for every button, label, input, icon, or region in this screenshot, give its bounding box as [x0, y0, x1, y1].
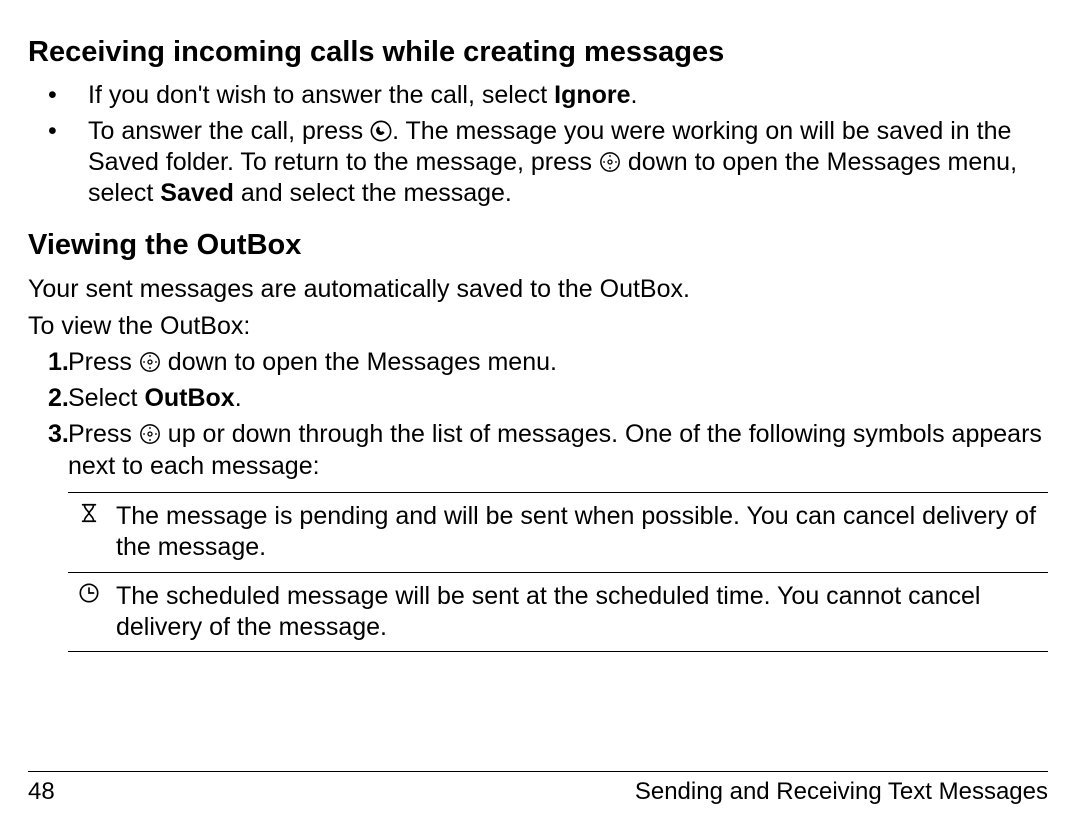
- heading-outbox: Viewing the OutBox: [28, 227, 1048, 263]
- text: .: [631, 81, 638, 109]
- text: If you don't wish to answer the call, se…: [88, 81, 554, 109]
- step-number: 3.: [28, 418, 68, 450]
- bullet-text: If you don't wish to answer the call, se…: [88, 80, 1048, 111]
- table-row: The scheduled message will be sent at th…: [68, 572, 1048, 652]
- hourglass-icon: [68, 493, 112, 573]
- text-bold: Ignore: [554, 81, 630, 109]
- numbered-list: 1. Press down to open the Messages menu.…: [28, 346, 1048, 482]
- table-row: The message is pending and will be sent …: [68, 493, 1048, 573]
- symbol-table: The message is pending and will be sent …: [68, 492, 1048, 652]
- bullet-text: To answer the call, press . The message …: [88, 116, 1048, 210]
- text: To answer the call, press: [88, 117, 370, 145]
- page-footer: 48 Sending and Receiving Text Messages: [28, 771, 1048, 806]
- call-icon: [370, 119, 392, 141]
- heading-incoming-calls: Receiving incoming calls while creating …: [28, 34, 1048, 70]
- list-item: 3. Press up or down through the list of …: [28, 418, 1048, 482]
- clock-icon: [68, 572, 112, 652]
- text: Press: [68, 348, 139, 376]
- paragraph: To view the OutBox:: [28, 311, 1048, 342]
- bullet-item: • If you don't wish to answer the call, …: [28, 80, 1048, 111]
- page-number: 48: [28, 778, 55, 806]
- text: up or down through the list of messages.…: [68, 420, 1042, 480]
- text: Select: [68, 384, 144, 412]
- text: .: [235, 384, 242, 412]
- text: and select the message.: [234, 179, 512, 207]
- text: Press: [68, 420, 139, 448]
- text-bold: Saved: [160, 179, 234, 207]
- list-item: 1. Press down to open the Messages menu.: [28, 346, 1048, 378]
- symbol-description: The scheduled message will be sent at th…: [112, 572, 1048, 652]
- nav-icon: [139, 421, 161, 443]
- bullet-dot: •: [28, 116, 88, 147]
- step-text: Press up or down through the list of mes…: [68, 418, 1048, 482]
- text: down to open the Messages menu.: [161, 348, 557, 376]
- step-text: Press down to open the Messages menu.: [68, 346, 1048, 378]
- step-number: 2.: [28, 382, 68, 414]
- nav-icon: [139, 349, 161, 371]
- chapter-title: Sending and Receiving Text Messages: [635, 778, 1048, 806]
- text-bold: OutBox: [144, 384, 234, 412]
- nav-icon: [599, 150, 621, 172]
- step-text: Select OutBox.: [68, 382, 1048, 414]
- bullet-dot: •: [28, 80, 88, 111]
- list-item: 2. Select OutBox.: [28, 382, 1048, 414]
- bullet-item: • To answer the call, press . The messag…: [28, 116, 1048, 210]
- step-number: 1.: [28, 346, 68, 378]
- symbol-description: The message is pending and will be sent …: [112, 493, 1048, 573]
- bulleted-list: • If you don't wish to answer the call, …: [28, 80, 1048, 209]
- paragraph: Your sent messages are automatically sav…: [28, 274, 1048, 305]
